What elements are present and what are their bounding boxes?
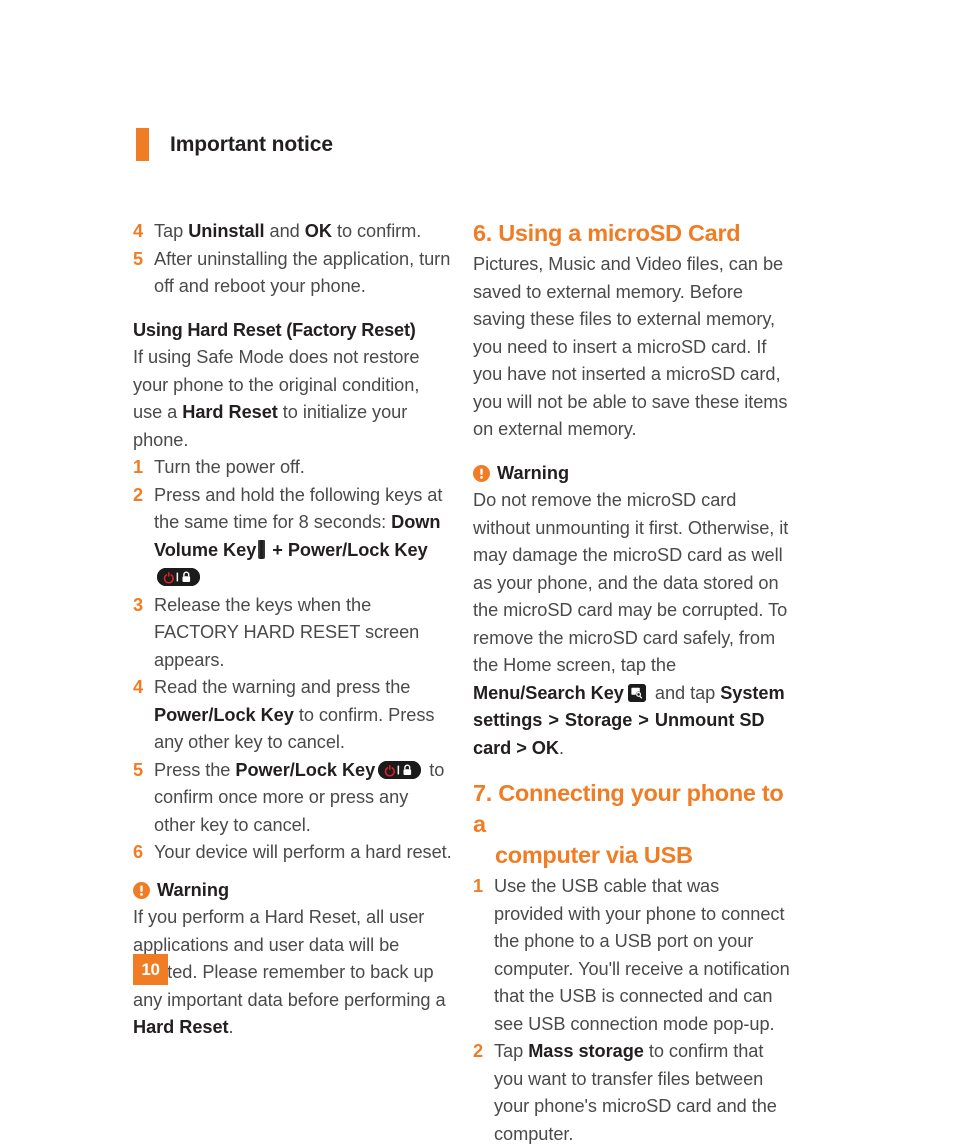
page-header: Important notice (136, 128, 333, 161)
warning-body: If you perform a Hard Reset, all user ap… (133, 904, 453, 1042)
power-lock-key-icon (378, 760, 422, 779)
step-number: 3 (133, 594, 144, 615)
plain-text: Press the (154, 759, 236, 780)
emphasis-text: Power/Lock Key (235, 759, 376, 780)
plain-text: . (228, 1017, 234, 1037)
section-7-heading-line-2: computer via USB (495, 842, 693, 868)
emphasis-text: Hard Reset (133, 1017, 229, 1037)
plain-text: Tap (154, 221, 189, 241)
step-number: 6 (133, 842, 144, 862)
separator-text: > (633, 710, 654, 730)
list-item: 6 Your device will perform a hard reset. (133, 839, 453, 867)
left-column: 4 Tap Uninstall and OK to confirm. 5 Aft… (133, 218, 453, 1042)
step-text: Your device will perform a hard reset. (154, 842, 452, 862)
step-text: Use the USB cable that was provided with… (494, 876, 790, 1034)
warning-heading: Warning (133, 877, 453, 905)
plain-text: Your device will perform a hard reset. (154, 842, 452, 862)
section-7-heading: 7. Connecting your phone to a computer v… (473, 778, 793, 871)
page-title: Important notice (170, 132, 333, 156)
plain-text: and tap (649, 682, 721, 703)
step-text: Press the Power/Lock Key to confirm once… (154, 760, 444, 835)
page-number-badge: 10 (133, 954, 168, 985)
step-number: 2 (133, 484, 144, 505)
emphasis-text: Menu/Search Key (473, 682, 624, 703)
emphasis-text: Storage (564, 710, 633, 730)
step-text: Read the warning and press the Power/Loc… (154, 677, 434, 752)
header-accent-bar (136, 128, 149, 161)
section-6-body: Pictures, Music and Video files, can be … (473, 254, 788, 439)
step-text: Tap Mass storage to confirm that you wan… (494, 1041, 777, 1144)
step-text: Tap Uninstall and OK to confirm. (154, 221, 421, 241)
emphasis-text: Hard Reset (182, 402, 278, 422)
power-lock-key-icon (157, 568, 200, 586)
plain-text: to confirm. (331, 221, 422, 241)
list-item: 3 Release the keys when the FACTORY HARD… (133, 592, 453, 675)
warning-icon (133, 881, 150, 899)
warning-heading: Warning (473, 460, 793, 488)
warning-label: Warning (157, 879, 230, 900)
step-number: 4 (133, 677, 144, 697)
usb-steps-list: 1 Use the USB cable that was provided wi… (473, 873, 793, 1148)
emphasis-text: Mass storage (528, 1041, 644, 1061)
emphasis-text: + Power/Lock Key (267, 539, 428, 560)
step-text: After uninstalling the application, turn… (154, 249, 450, 297)
list-item: 2 Press and hold the following keys at t… (133, 482, 453, 592)
warning-icon (473, 464, 490, 482)
step-number: 4 (133, 221, 144, 241)
volume-key-icon (258, 539, 266, 559)
uninstall-steps-list: 4 Tap Uninstall and OK to confirm. 5 Aft… (133, 218, 453, 301)
emphasis-text: OK (304, 221, 332, 241)
step-text: Turn the power off. (154, 457, 305, 477)
plain-text: After uninstalling the application, turn… (154, 248, 451, 297)
section-7-heading-line-1: 7. Connecting your phone to a (473, 780, 784, 837)
hard-reset-intro: If using Safe Mode does not restore your… (133, 344, 453, 454)
manual-page: Important notice 4 Tap Uninstall and OK … (0, 0, 954, 1144)
list-item: 5 After uninstalling the application, tu… (133, 246, 453, 301)
emphasis-text: Power/Lock Key (154, 704, 294, 725)
step-number: 1 (133, 457, 144, 477)
plain-text: and (264, 221, 305, 241)
plain-text: Use the USB cable that was provided with… (494, 876, 790, 1034)
section-6-heading: 6. Using a microSD Card (473, 220, 741, 246)
right-column: 6. Using a microSD Card Pictures, Music … (473, 218, 793, 1148)
menu-search-key-icon (627, 683, 646, 702)
step-number: 2 (473, 1041, 484, 1061)
step-text: Press and hold the following keys at the… (154, 485, 442, 588)
list-item: 4 Read the warning and press the Power/L… (133, 674, 453, 757)
step-number: 1 (473, 876, 484, 896)
list-item: 1 Use the USB cable that was provided wi… (473, 873, 793, 1038)
plain-text: If you perform a Hard Reset, all user ap… (133, 907, 446, 1010)
plain-text: Do not remove the microSD card without u… (473, 490, 789, 675)
emphasis-text: Uninstall (188, 221, 265, 241)
list-item: 1 Turn the power off. (133, 454, 453, 482)
plain-text: Turn the power off. (154, 457, 305, 477)
separator-text: > (543, 710, 564, 730)
step-number: 5 (133, 759, 144, 780)
warning-label: Warning (497, 462, 570, 483)
warning-body: Do not remove the microSD card without u… (473, 487, 793, 762)
plain-text: Tap (494, 1041, 529, 1061)
hard-reset-subheading: Using Hard Reset (Factory Reset) (133, 319, 416, 340)
list-item: 5 Press the Power/Lock Key to confirm on… (133, 757, 453, 840)
plain-text: Read the warning and press the (154, 677, 411, 697)
hard-reset-steps-list: 1 Turn the power off. 2 Press and hold t… (133, 454, 453, 867)
step-number: 5 (133, 248, 144, 269)
list-item: 4 Tap Uninstall and OK to confirm. (133, 218, 453, 246)
plain-text: Release the keys when the FACTORY HARD R… (154, 594, 420, 670)
list-item: 2 Tap Mass storage to confirm that you w… (473, 1038, 793, 1148)
step-text: Release the keys when the FACTORY HARD R… (154, 595, 419, 670)
plain-text: . (558, 737, 564, 758)
